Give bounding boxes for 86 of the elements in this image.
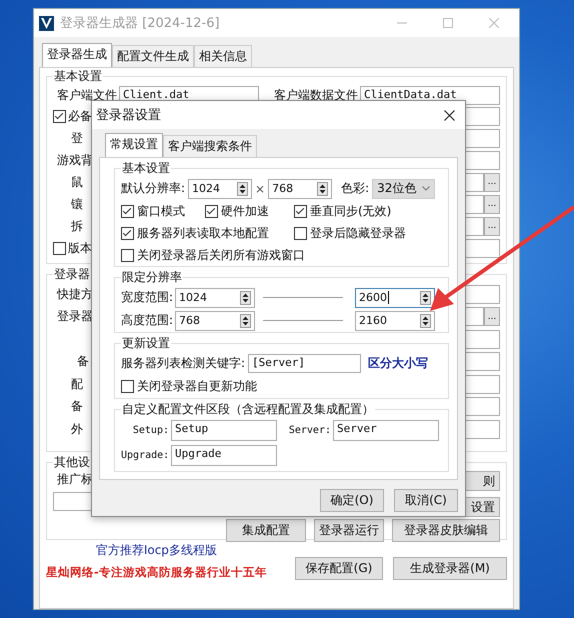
color-dropdown[interactable]: 32位色 — [372, 178, 436, 198]
action-button[interactable]: 集成配置 — [226, 519, 306, 542]
field-label: 登录器 — [56, 308, 93, 326]
field-label: 客户端数据文件 — [273, 86, 358, 104]
tab[interactable]: 相关信息 — [194, 45, 252, 67]
field-label: 配 — [70, 376, 83, 393]
field-label: 服务器列表检测关键字: — [121, 355, 246, 372]
checkbox[interactable] — [53, 110, 66, 122]
field-label: 默认分辨率: — [121, 180, 186, 197]
checkbox[interactable] — [53, 242, 66, 254]
tab[interactable]: 客户端搜索条件 — [163, 135, 257, 157]
dialog-button[interactable]: 取消(C) — [394, 489, 458, 512]
checkbox[interactable] — [121, 204, 134, 218]
checkbox[interactable] — [294, 226, 307, 240]
group-title: 自定义配置文件区段（含远程配置及集成配置） — [121, 401, 375, 418]
checkbox[interactable] — [294, 204, 307, 218]
spin-box[interactable]: 1024 — [175, 288, 256, 308]
spin-box[interactable]: 768 — [268, 178, 332, 198]
checkbox-label: 必备 — [68, 108, 92, 124]
field-label: 外 — [70, 420, 83, 438]
recommend-text: 官方推荐Iocp多线程版 — [96, 542, 217, 559]
tab[interactable]: 常规设置 — [105, 133, 163, 157]
checkbox-label: 垂直同步(无效) — [310, 202, 392, 220]
browse-button[interactable]: ... — [484, 194, 500, 214]
group-title: 其他设 — [53, 454, 91, 471]
field-label: 备 — [76, 353, 89, 370]
checkbox-label: 关闭登录器后关闭所有游戏窗口 — [137, 246, 305, 264]
field-label: 镶 — [70, 196, 83, 212]
tab[interactable]: 配置文件生成 — [112, 45, 194, 67]
input-field[interactable]: [Server] — [248, 354, 362, 373]
group-title: 基本设置 — [121, 160, 171, 177]
checkbox[interactable] — [121, 248, 134, 262]
spin-arrows-icon[interactable] — [420, 314, 432, 328]
checkbox[interactable] — [121, 380, 134, 393]
close-icon[interactable] — [444, 110, 455, 120]
checkbox-label: 窗口模式 — [137, 202, 185, 220]
checkbox-label: 关闭登录器自更新功能 — [137, 378, 257, 395]
field-label: 拆 — [70, 218, 83, 234]
field-label: 宽度范围: — [121, 289, 174, 306]
dialog-title: 登录器设置 — [96, 107, 161, 124]
checkbox-label: 硬件加速 — [221, 202, 269, 220]
action-button[interactable]: 登录器皮肤编辑 — [392, 519, 500, 542]
field-label: 客户端文件 — [56, 86, 117, 104]
field-label: Upgrade: — [121, 450, 170, 461]
group-title: 基本设置 — [53, 68, 103, 85]
input-field[interactable]: Server — [333, 420, 439, 441]
spin-box[interactable]: 2600 — [355, 288, 436, 308]
checkbox-label: 服务器列表读取本地配置 — [137, 224, 269, 242]
field-label: Setup: — [132, 425, 170, 436]
group-title: 限定分辨率 — [121, 269, 183, 286]
times-sign: × — [255, 182, 266, 196]
case-note: 区分大小写 — [368, 355, 428, 372]
input-field[interactable]: Setup — [171, 420, 277, 441]
browse-button[interactable]: ... — [484, 172, 500, 192]
field-label: 鼠 — [70, 174, 83, 190]
spin-arrows-icon[interactable] — [317, 182, 328, 196]
action-button[interactable]: 登录器运行 — [314, 519, 384, 542]
field-label: 高度范围: — [121, 312, 174, 329]
checkbox-label: 版本 — [68, 240, 92, 256]
group-title: 登录器 — [53, 266, 91, 283]
field-label: Server: — [288, 425, 332, 436]
spin-box[interactable]: 2160 — [355, 310, 436, 330]
spin-arrows-icon[interactable] — [237, 182, 248, 196]
action-button[interactable]: 生成登录器(M) — [393, 557, 507, 580]
group-title: 更新设置 — [121, 335, 171, 352]
field-label: 色彩: — [341, 180, 370, 197]
window-title: 登录器生成器 [2024-12-6] — [60, 15, 220, 32]
checkbox[interactable] — [121, 226, 134, 240]
chevron-down-icon — [422, 186, 430, 191]
spin-box[interactable]: 768 — [175, 310, 256, 330]
checkbox[interactable] — [205, 204, 218, 218]
input-field[interactable]: Upgrade — [171, 445, 277, 466]
app-icon — [39, 16, 54, 30]
tab[interactable]: 登录器生成 — [42, 43, 112, 67]
checkbox-label: 登录后隐藏登录器 — [310, 224, 406, 242]
spin-box[interactable]: 1024 — [188, 178, 252, 198]
spin-arrows-icon[interactable] — [240, 314, 252, 328]
dialog-button[interactable]: 确定(O) — [320, 489, 384, 512]
slogan-text: 星灿网络-专注游戏高防服务器行业十五年 — [46, 565, 267, 580]
spin-arrows-icon[interactable] — [240, 290, 252, 304]
field-label: 备 — [70, 398, 83, 416]
browse-button[interactable]: ... — [484, 307, 500, 326]
browse-button[interactable]: ... — [484, 216, 500, 236]
action-button[interactable]: 保存配置(G) — [295, 557, 383, 580]
spin-arrows-icon[interactable] — [420, 290, 432, 304]
field-label: 登 — [70, 130, 83, 146]
